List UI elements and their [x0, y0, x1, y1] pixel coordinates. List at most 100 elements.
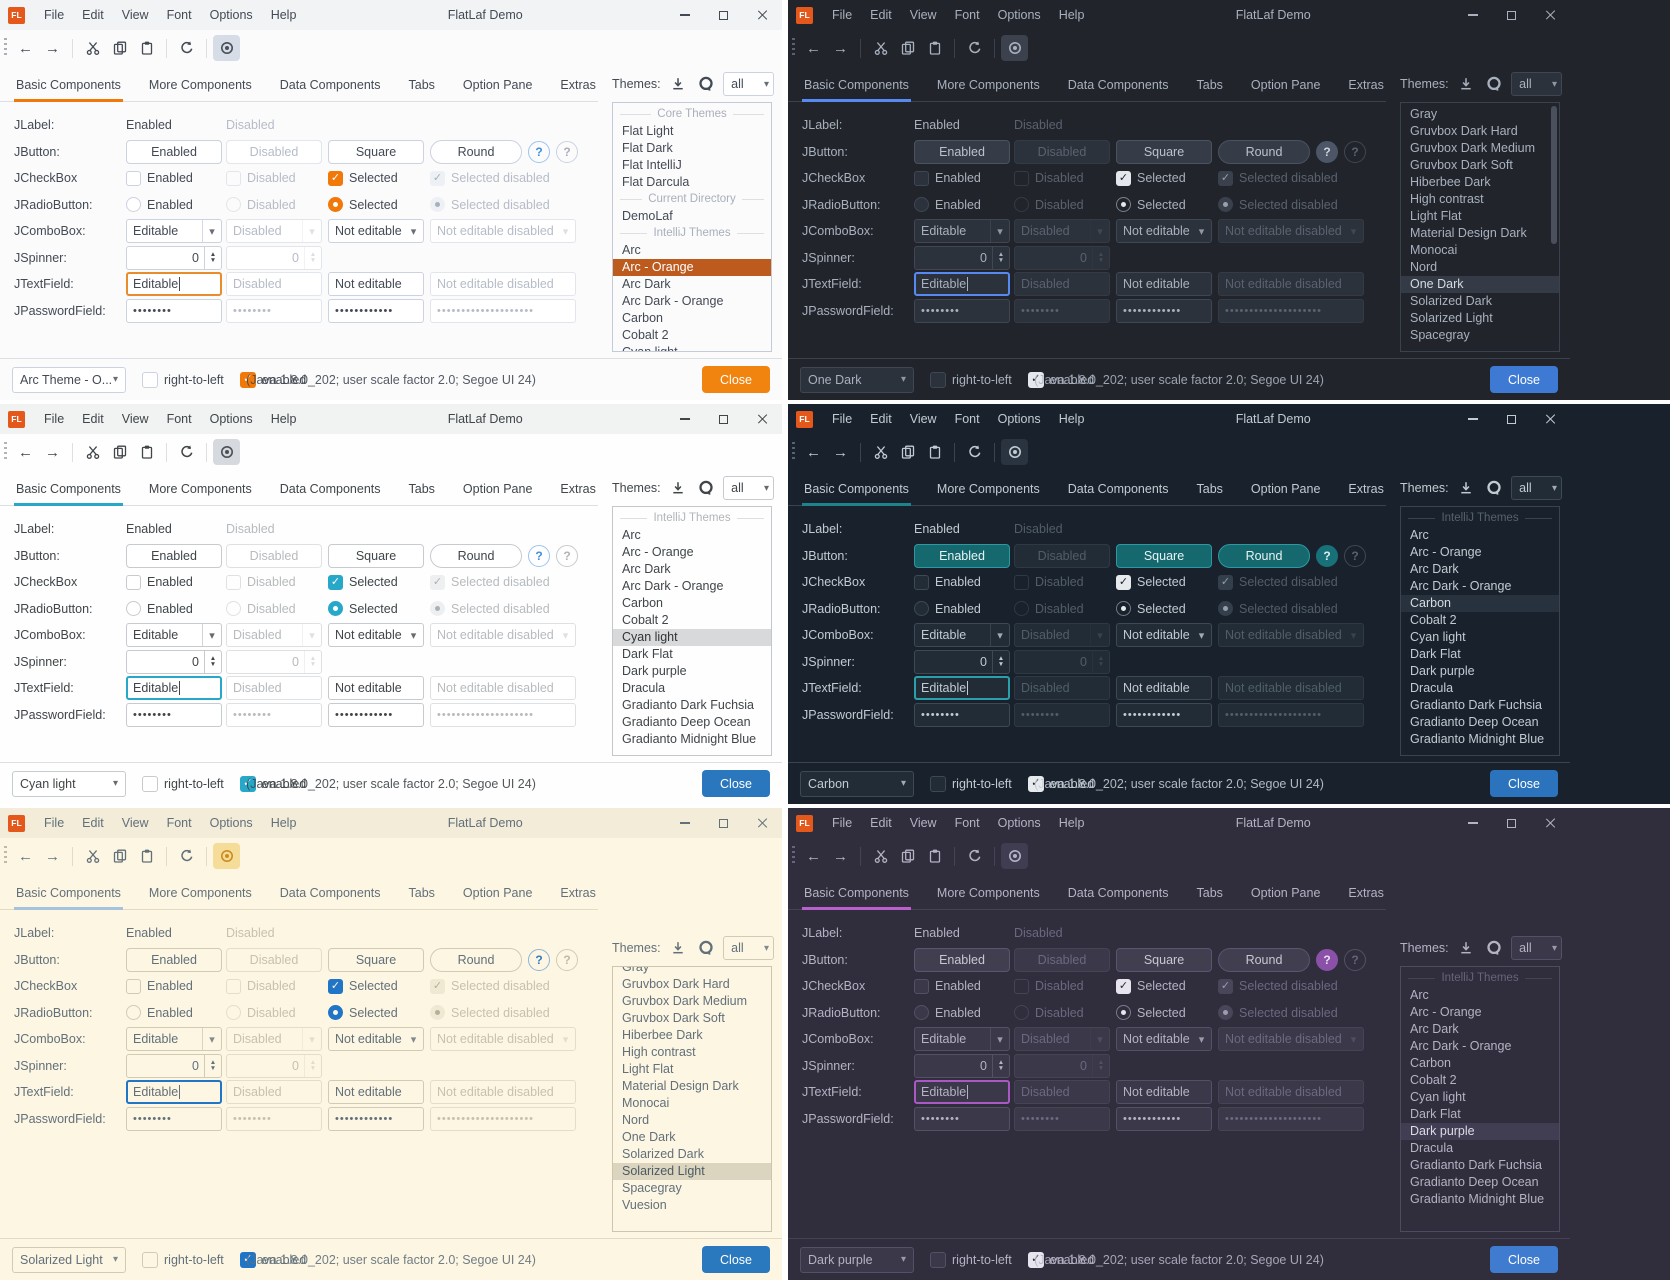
menu-help[interactable]: Help	[1050, 0, 1094, 30]
close-button[interactable]: Close	[1490, 1246, 1558, 1273]
help-button[interactable]: ?	[1316, 949, 1338, 971]
theme-list-item[interactable]: Carbon	[1401, 595, 1559, 612]
enabled-button[interactable]: Enabled	[126, 948, 222, 972]
github-button[interactable]	[694, 72, 717, 96]
theme-list-item[interactable]: Gruvbox Dark Hard	[613, 976, 771, 993]
round-button[interactable]: Round	[430, 544, 522, 568]
forward-button[interactable]: →	[827, 843, 854, 869]
tab-basic-components[interactable]: Basic Components	[802, 886, 911, 909]
theme-list-item[interactable]: Cyan light	[613, 629, 771, 646]
menu-edit[interactable]: Edit	[861, 404, 901, 434]
help-button[interactable]: ?	[528, 545, 550, 567]
enabled-button[interactable]: Enabled	[126, 140, 222, 164]
textfield-not-editable[interactable]: Not editable	[1116, 1080, 1212, 1104]
menu-view[interactable]: View	[113, 808, 158, 838]
close-window-button[interactable]	[1531, 808, 1570, 838]
passwordfield[interactable]: ••••••••	[126, 703, 222, 727]
theme-filter-combobox[interactable]: all▾	[1511, 936, 1562, 960]
forward-button[interactable]: →	[827, 35, 854, 61]
download-theme-button[interactable]	[1455, 476, 1478, 500]
menu-file[interactable]: File	[823, 404, 861, 434]
theme-list-item[interactable]: Hiberbee Dark	[613, 1027, 771, 1044]
theme-filter-combobox[interactable]: all▾	[1511, 476, 1562, 500]
help-button[interactable]: ?	[528, 949, 550, 971]
textfield-not-editable[interactable]: Not editable	[328, 676, 424, 700]
close-window-button[interactable]	[743, 808, 782, 838]
tab-option-pane[interactable]: Option Pane	[1249, 886, 1323, 909]
radio-selected[interactable]: Selected	[1116, 197, 1218, 212]
tab-more-components[interactable]: More Components	[935, 482, 1042, 505]
cut-button[interactable]	[867, 843, 894, 869]
round-button[interactable]: Round	[1218, 948, 1310, 972]
theme-list-item[interactable]: Light Flat	[613, 1061, 771, 1078]
combobox-not-editable[interactable]: Not editable	[328, 1027, 424, 1051]
menu-help[interactable]: Help	[262, 404, 306, 434]
textfield-not-editable[interactable]: Not editable	[328, 1080, 424, 1104]
spinner-arrows-icon[interactable]	[992, 1055, 1009, 1077]
combobox-not-editable[interactable]: Not editable	[1116, 623, 1212, 647]
checkbox-enabled[interactable]: Enabled	[914, 575, 1014, 590]
theme-list-item[interactable]: Dark Flat	[613, 646, 771, 663]
menu-font[interactable]: Font	[158, 808, 201, 838]
textfield-not-editable[interactable]: Not editable	[328, 272, 424, 296]
checkbox-selected[interactable]: Selected	[328, 575, 430, 590]
theme-list-item[interactable]: Cobalt 2	[1401, 612, 1559, 629]
show-hover-button[interactable]	[1001, 439, 1028, 465]
toolbar-grip[interactable]	[4, 38, 7, 58]
paste-button[interactable]	[133, 843, 160, 869]
maximize-button[interactable]	[1492, 404, 1531, 434]
paste-button[interactable]	[921, 35, 948, 61]
combobox-not-editable[interactable]: Not editable	[1116, 1027, 1212, 1051]
show-hover-button[interactable]	[1001, 843, 1028, 869]
forward-button[interactable]: →	[827, 439, 854, 465]
passwordfield-not-editable[interactable]: ••••••••••••	[328, 299, 424, 323]
combobox-editable[interactable]: Editable	[914, 1027, 1010, 1051]
menu-edit[interactable]: Edit	[73, 0, 113, 30]
passwordfield[interactable]: ••••••••	[914, 299, 1010, 323]
checkbox-enabled[interactable]: Enabled	[914, 979, 1014, 994]
theme-list-item[interactable]: Arc Dark	[1401, 1021, 1559, 1038]
tab-more-components[interactable]: More Components	[147, 482, 254, 505]
cut-button[interactable]	[867, 35, 894, 61]
square-button[interactable]: Square	[328, 140, 424, 164]
square-button[interactable]: Square	[328, 948, 424, 972]
textfield-editable[interactable]: Editable	[126, 272, 222, 296]
radio-selected[interactable]: Selected	[328, 197, 430, 212]
round-button[interactable]: Round	[1218, 544, 1310, 568]
tab-data-components[interactable]: Data Components	[1066, 78, 1171, 101]
checkbox-selected[interactable]: Selected	[328, 979, 430, 994]
menu-help[interactable]: Help	[1050, 808, 1094, 838]
radio-selected[interactable]: Selected	[328, 1005, 430, 1020]
radio-enabled[interactable]: Enabled	[914, 601, 1014, 616]
tab-extras[interactable]: Extras	[1346, 78, 1385, 101]
copy-button[interactable]	[106, 843, 133, 869]
theme-list-item[interactable]: Gruvbox Dark Medium	[613, 993, 771, 1010]
paste-button[interactable]	[133, 439, 160, 465]
cut-button[interactable]	[79, 843, 106, 869]
theme-list-item[interactable]: Arc - Orange	[1401, 1004, 1559, 1021]
download-theme-button[interactable]	[667, 936, 690, 960]
textfield-not-editable[interactable]: Not editable	[1116, 676, 1212, 700]
theme-list-item[interactable]: Dracula	[1401, 1140, 1559, 1157]
tab-tabs[interactable]: Tabs	[1195, 482, 1225, 505]
theme-list-item[interactable]: Spacegray	[1401, 327, 1559, 344]
github-button[interactable]	[694, 476, 717, 500]
square-button[interactable]: Square	[1116, 140, 1212, 164]
theme-list-item[interactable]: Dark purple	[1401, 663, 1559, 680]
theme-list-item[interactable]: Solarized Dark	[1401, 293, 1559, 310]
enabled-button[interactable]: Enabled	[914, 544, 1010, 568]
tab-option-pane[interactable]: Option Pane	[461, 886, 535, 909]
menu-edit[interactable]: Edit	[861, 0, 901, 30]
theme-list-item[interactable]: Gruvbox Dark Medium	[1401, 140, 1559, 157]
theme-list-item[interactable]: Spacegray	[613, 1180, 771, 1197]
textfield-editable[interactable]: Editable	[914, 272, 1010, 296]
theme-list-item[interactable]: Flat Darcula	[613, 174, 771, 191]
theme-list-item[interactable]: Dark purple	[1401, 1123, 1559, 1140]
help-button[interactable]: ?	[528, 141, 550, 163]
toolbar-grip[interactable]	[4, 846, 7, 866]
right-to-left-checkbox[interactable]: right-to-left	[142, 776, 224, 792]
theme-list-item[interactable]: One Dark	[1401, 276, 1559, 293]
theme-list-item[interactable]: Dracula	[613, 680, 771, 697]
back-button[interactable]: ←	[800, 439, 827, 465]
spinner-arrows-icon[interactable]	[992, 247, 1009, 269]
